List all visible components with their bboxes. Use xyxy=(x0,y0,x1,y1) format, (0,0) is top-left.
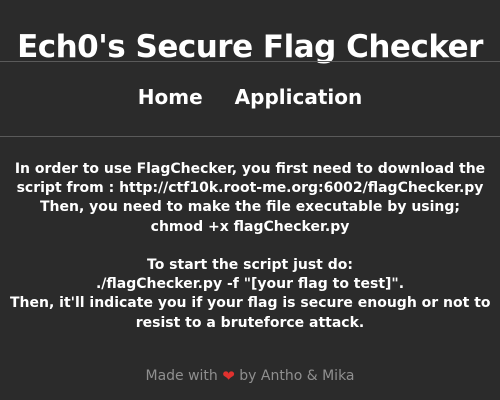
header-divider xyxy=(0,61,500,62)
nav-divider xyxy=(0,136,500,137)
footer-credits: by Antho & Mika xyxy=(239,368,355,384)
footer-made-with: Made with xyxy=(145,368,218,384)
main-nav: Home Application xyxy=(0,83,500,111)
instruction-line: To start the script just do: xyxy=(147,257,353,273)
instruction-line: ./flagChecker.py -f "[your flag to test]… xyxy=(95,276,405,293)
nav-application-link[interactable]: Application xyxy=(235,83,363,111)
nav-home-link[interactable]: Home xyxy=(138,83,203,111)
site-title: Ech0's Secure Flag Checker xyxy=(17,28,483,65)
instruction-line: chmod +x flagChecker.py xyxy=(150,218,350,235)
instruction-line: Then, you need to make the file executab… xyxy=(39,199,461,216)
page: Ech0's Secure Flag Checker Home Applicat… xyxy=(0,0,500,400)
instruction-line: In order to use FlagChecker, you first n… xyxy=(14,161,486,177)
instruction-line: script from : http://ctf10k.root-me.org:… xyxy=(16,180,484,197)
instructions: In order to use FlagChecker, you first n… xyxy=(10,160,491,333)
instruction-line: Then, it'll indicate you if your flag is… xyxy=(10,295,491,312)
site-footer: Made with ❤ by Antho & Mika xyxy=(0,366,500,386)
heart-icon: ❤ xyxy=(222,367,235,385)
instruction-line: resist to a bruteforce attack. xyxy=(135,314,365,331)
